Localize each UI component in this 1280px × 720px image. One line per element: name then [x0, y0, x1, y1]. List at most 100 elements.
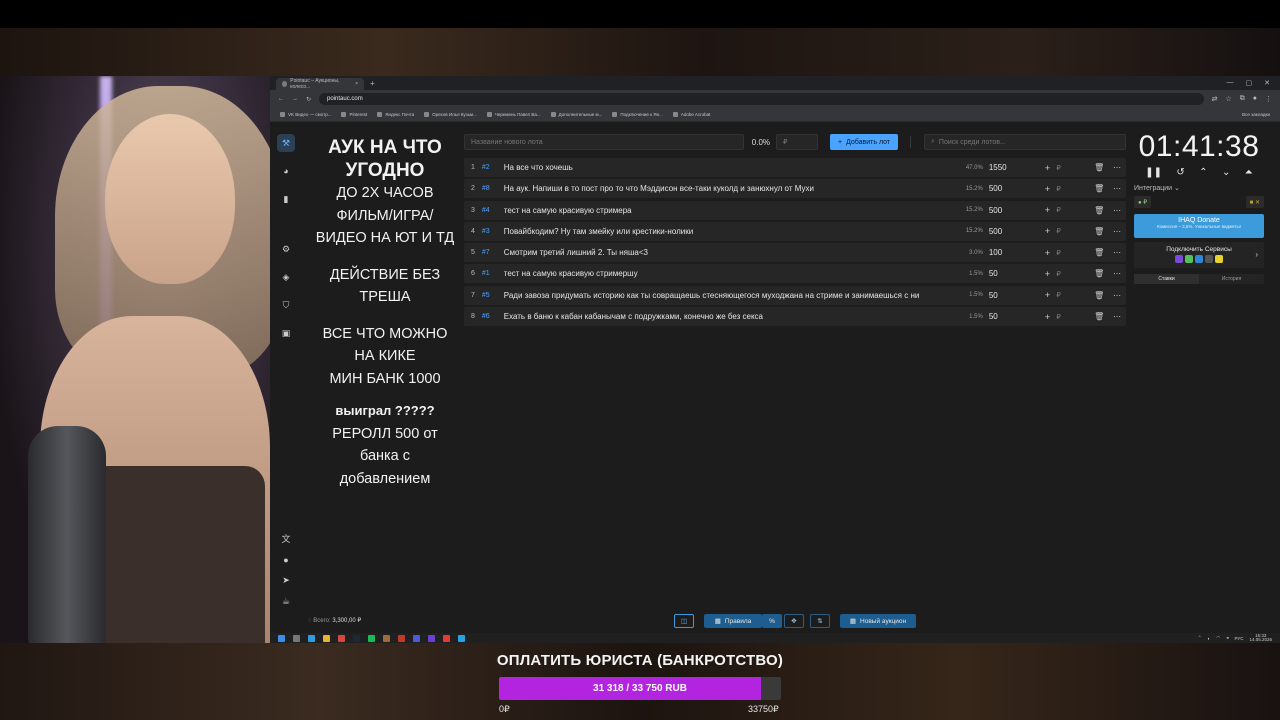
tray-arrow-icon[interactable]: ⌃: [1198, 635, 1202, 641]
yandex-icon[interactable]: [443, 634, 450, 642]
bookmark-item[interactable]: Pinterest: [341, 112, 367, 117]
donate-icon[interactable]: ☕: [282, 596, 290, 607]
tray-icon[interactable]: ◐: [1208, 636, 1211, 641]
more-icon[interactable]: ⋯: [1108, 312, 1126, 321]
chrome-icon[interactable]: [338, 634, 345, 642]
lot-name[interactable]: На все что хочешь: [504, 163, 941, 172]
percent-toggle-button[interactable]: %: [762, 614, 782, 628]
more-icon[interactable]: ⋯: [1108, 227, 1126, 236]
lot-name[interactable]: На аук. Напиши в то пост про то что Мэдд…: [504, 184, 941, 193]
bookmark-item[interactable]: Орехов Илья Кузьм...: [424, 112, 477, 117]
lot-row[interactable]: 1 #2 На все что хочешь 47.0% 1550 + ₽ 🗑 ⋯: [464, 158, 1126, 177]
add-bid-icon[interactable]: +: [1039, 269, 1057, 279]
wifi-icon[interactable]: ◠: [1216, 635, 1220, 641]
delete-icon[interactable]: 🗑: [1090, 184, 1108, 193]
add-bid-icon[interactable]: +: [1039, 205, 1057, 215]
stats-icon[interactable]: ▮: [277, 190, 295, 208]
delete-icon[interactable]: 🗑: [1090, 227, 1108, 236]
clock[interactable]: 15:33 14.05.2026: [1249, 633, 1272, 643]
all-bookmarks[interactable]: Все закладки: [1242, 112, 1270, 117]
bid-amount-input[interactable]: ₽: [1056, 206, 1090, 214]
tab-history[interactable]: История: [1199, 274, 1264, 284]
delete-icon[interactable]: 🗑: [1090, 206, 1108, 215]
bookmark-item[interactable]: Черемень Павел Ва...: [486, 112, 541, 117]
add-bid-icon[interactable]: +: [1039, 290, 1057, 300]
delete-icon[interactable]: 🗑: [1090, 248, 1108, 257]
connect-services-card[interactable]: Подключить Сервисы ›: [1134, 242, 1264, 268]
bookmark-item[interactable]: Adobe Acrobat: [672, 112, 710, 117]
reset-icon[interactable]: ↺: [1176, 167, 1184, 178]
more-icon[interactable]: ⋯: [1108, 269, 1126, 278]
lot-row[interactable]: 4 #3 Повайбкодим? Ну там змейку или крести…: [464, 221, 1126, 241]
bid-amount-input[interactable]: ₽: [1056, 249, 1090, 257]
back-icon[interactable]: ←: [278, 96, 284, 102]
translate-icon[interactable]: 文: [281, 532, 290, 545]
minimize-icon[interactable]: —: [1227, 79, 1234, 87]
app-icon[interactable]: [398, 634, 405, 642]
lot-name[interactable]: Ради завоза придумать историю как ты сов…: [504, 291, 941, 300]
edge-icon[interactable]: [308, 634, 315, 642]
forward-icon[interactable]: →: [292, 96, 298, 102]
lot-row[interactable]: 3 #4 тест на самую красивую стримера 15.2% 5…: [464, 200, 1126, 220]
start-icon[interactable]: [278, 634, 285, 642]
github-icon[interactable]: ●: [283, 555, 288, 565]
menu-icon[interactable]: ⋮: [1265, 95, 1272, 103]
chevron-down-icon[interactable]: ⌄: [1222, 167, 1230, 178]
add-bid-icon[interactable]: +: [1039, 184, 1057, 194]
integrations-label[interactable]: Интеграции ⌄: [1134, 184, 1264, 192]
reload-icon[interactable]: ↻: [306, 96, 311, 103]
explorer-icon[interactable]: [323, 634, 330, 642]
lot-name[interactable]: тест на самую красивую стримера: [504, 206, 941, 215]
telegram-icon[interactable]: ➤: [282, 575, 290, 586]
pause-icon[interactable]: ❚❚: [1145, 167, 1162, 178]
volume-icon[interactable]: ◂: [1226, 635, 1228, 641]
layers-icon[interactable]: ◈: [277, 268, 295, 286]
maximize-icon[interactable]: ▢: [1246, 79, 1253, 87]
new-lot-input[interactable]: Название нового лота: [464, 134, 744, 150]
lot-name[interactable]: Ехать в баню к кабан кабанычам с подружк…: [504, 312, 941, 321]
add-bid-icon[interactable]: +: [1039, 312, 1057, 322]
spotify-icon[interactable]: [368, 634, 375, 642]
donation-alerts-chip[interactable]: ● ₽: [1134, 196, 1152, 208]
add-bid-icon[interactable]: +: [1039, 163, 1057, 173]
double-chevron-up-icon[interactable]: ⏶: [1245, 167, 1253, 178]
settings-icon[interactable]: ⚙: [277, 240, 295, 258]
move-icon[interactable]: ✥: [784, 614, 804, 628]
bid-amount-input[interactable]: ₽: [1056, 185, 1090, 193]
bookmark-item[interactable]: Яндекс Почта: [377, 112, 414, 117]
add-bid-icon[interactable]: +: [1039, 248, 1057, 258]
bid-amount-input[interactable]: ₽: [1056, 164, 1090, 172]
language-indicator[interactable]: РУС: [1234, 636, 1243, 641]
lot-row[interactable]: 5 #7 Смотрим третий лишний 2. Ты няша<3 3.0…: [464, 243, 1126, 263]
search-input[interactable]: ⌕ Поиск среди лотов...: [924, 134, 1126, 150]
rules-button[interactable]: ▦ Правила: [704, 614, 762, 628]
delete-icon[interactable]: 🗑: [1090, 163, 1108, 172]
bookmark-item[interactable]: VK Видео — смотр...: [280, 112, 331, 117]
delete-icon[interactable]: 🗑: [1090, 291, 1108, 300]
close-tab-icon[interactable]: ×: [355, 81, 358, 87]
more-icon[interactable]: ⋯: [1108, 163, 1126, 172]
add-bid-icon[interactable]: +: [1039, 226, 1057, 236]
delete-icon[interactable]: 🗑: [1090, 269, 1108, 278]
delete-icon[interactable]: 🗑: [1090, 312, 1108, 321]
lot-row[interactable]: 2 #8 На аук. Напиши в то пост про то что М…: [464, 179, 1126, 199]
app-icon[interactable]: [383, 634, 390, 642]
lot-name[interactable]: тест на самую красивую стримершу: [504, 269, 941, 278]
tab-bids[interactable]: Ставки: [1134, 274, 1199, 284]
auction-icon[interactable]: ⚒: [277, 134, 295, 152]
bid-amount-input[interactable]: ₽: [1056, 270, 1090, 278]
bid-amount-input[interactable]: ₽: [1056, 291, 1090, 299]
bookmark-star-icon[interactable]: ☆: [1225, 95, 1231, 103]
app-icon[interactable]: [413, 634, 420, 642]
panel-toggle-button[interactable]: ◫: [674, 614, 694, 628]
wheel-icon[interactable]: ◕: [277, 162, 295, 180]
chevron-up-icon[interactable]: ⌃: [1199, 167, 1207, 178]
shield-icon[interactable]: ⛉: [277, 296, 295, 314]
translate-icon[interactable]: ⇄: [1212, 95, 1218, 103]
amount-input[interactable]: ₽: [776, 134, 818, 150]
telegram-icon[interactable]: [458, 634, 465, 642]
sort-icon[interactable]: ⇅: [810, 614, 830, 628]
lot-row[interactable]: 6 #1 тест на самую красивую стримершу 1.5% 5…: [464, 264, 1126, 284]
bid-amount-input[interactable]: ₽: [1056, 227, 1090, 235]
taskview-icon[interactable]: [293, 634, 300, 642]
